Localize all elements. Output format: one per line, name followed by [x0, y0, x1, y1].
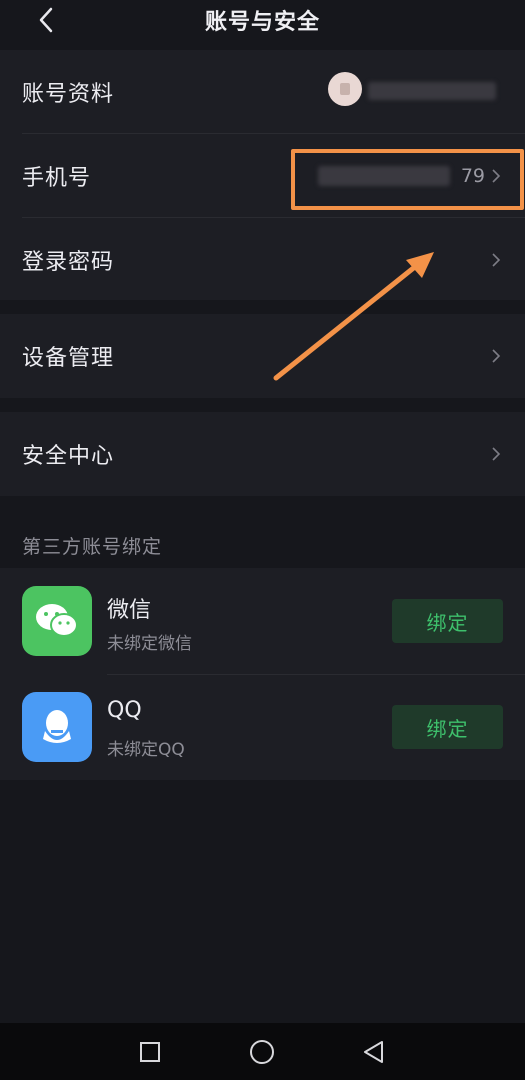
recent-apps-icon — [140, 1041, 160, 1062]
system-nav-bar — [0, 1023, 525, 1080]
divider — [107, 674, 525, 675]
qq-name: QQ — [107, 698, 142, 723]
wechat-name: 微信 — [107, 598, 152, 623]
qq-icon — [22, 692, 92, 762]
qq-status: 未绑定QQ — [107, 740, 185, 760]
section-title: 第三方账号绑定 — [22, 536, 163, 558]
bind-wechat-button[interactable]: 绑定 — [392, 599, 503, 643]
security-group: 安全中心 — [0, 412, 525, 496]
wechat-status: 未绑定微信 — [107, 634, 192, 654]
wechat-icon — [22, 586, 92, 656]
recent-apps-button[interactable] — [120, 1023, 180, 1080]
home-icon — [250, 1039, 274, 1064]
chevron-right-icon — [492, 447, 501, 461]
home-button[interactable] — [232, 1023, 292, 1080]
back-icon — [364, 1040, 383, 1063]
row-security-center[interactable]: 安全中心 — [0, 412, 525, 496]
third-party-group: 微信 未绑定微信 绑定 QQ 未绑定QQ 绑定 — [0, 568, 525, 780]
bind-qq-button[interactable]: 绑定 — [392, 705, 503, 749]
row-label: 安全中心 — [22, 444, 115, 469]
back-nav-button[interactable] — [344, 1023, 404, 1080]
annotation-arrow-icon — [273, 252, 434, 381]
